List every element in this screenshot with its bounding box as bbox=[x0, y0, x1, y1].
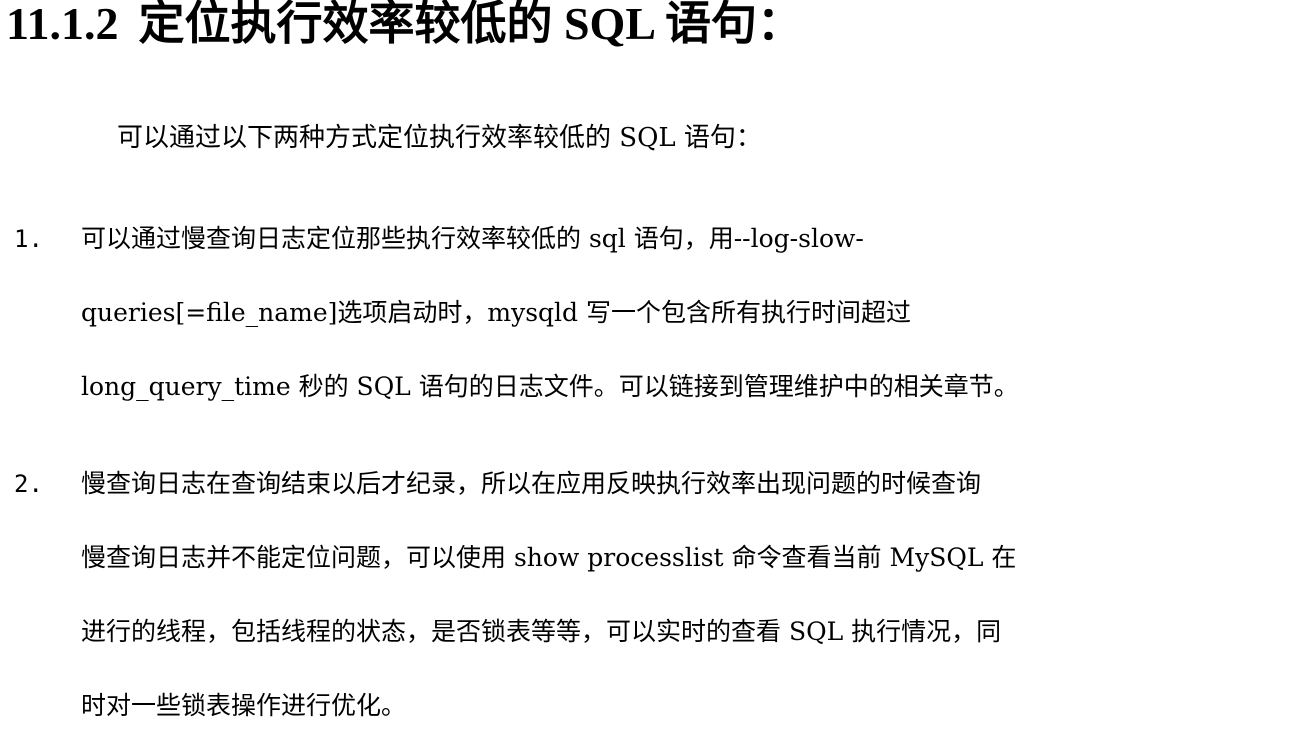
text-line: 可以通过慢查询日志定位那些执行效率较低的 sql 语句，用--log-slow- bbox=[81, 224, 864, 253]
text-line: 慢查询日志并不能定位问题，可以使用 show processlist 命令查看当… bbox=[81, 543, 1017, 572]
section-number: 11.1.2 bbox=[6, 0, 119, 49]
list-marker: 1. bbox=[14, 225, 43, 253]
text-line: queries[=file_name]选项启动时，mysqld 写一个包含所有执… bbox=[81, 298, 912, 327]
text-line: 时对一些锁表操作进行优化。 bbox=[81, 691, 407, 720]
text-line: 慢查询日志在查询结束以后才纪录，所以在应用反映执行效率出现问题的时候查询 bbox=[81, 469, 982, 498]
text-line: 进行的线程，包括线程的状态，是否锁表等等，可以实时的查看 SQL 执行情况，同 bbox=[81, 617, 1002, 646]
text-line: long_query_time 秒的 SQL 语句的日志文件。可以链接到管理维护… bbox=[81, 372, 1019, 401]
list-item-text: 可以通过慢查询日志定位那些执行效率较低的 sql 语句，用--log-slow-… bbox=[81, 221, 1019, 405]
list-item-text: 慢查询日志在查询结束以后才纪录，所以在应用反映执行效率出现问题的时候查询 慢查询… bbox=[81, 466, 1016, 724]
section-title: 定位执行效率较低的 SQL 语句： bbox=[138, 0, 803, 49]
document-page: 11.1.2 定位执行效率较低的 SQL 语句： 可以通过以下两种方式定位执行效率… bbox=[0, 0, 1303, 749]
intro-paragraph: 可以通过以下两种方式定位执行效率较低的 SQL 语句： bbox=[117, 123, 762, 153]
list-marker: 2. bbox=[14, 470, 43, 498]
section-heading: 11.1.2 定位执行效率较低的 SQL 语句： bbox=[6, 0, 803, 54]
